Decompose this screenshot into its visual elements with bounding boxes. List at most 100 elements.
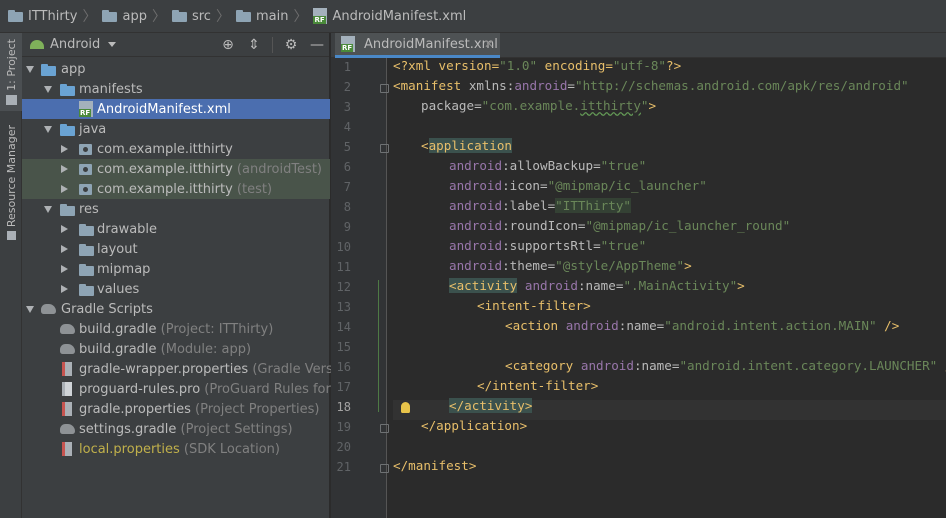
line-number: 1 <box>343 60 351 74</box>
code-line-6: android:allowBackup="true" <box>449 158 647 173</box>
tree-item-app[interactable]: app <box>22 59 330 79</box>
code-line-1: <?xml version="1.0" encoding="utf-8"?> <box>393 58 682 73</box>
tree-item-gradle-wrapper-properties[interactable]: gradle-wrapper.properties (Gradle Versio… <box>22 359 358 379</box>
view-selector[interactable]: Android <box>50 37 100 52</box>
breadcrumb-item-app[interactable]: app <box>102 0 147 33</box>
chevron-down-icon[interactable] <box>44 86 52 93</box>
chevron-right-icon: 〉 <box>293 9 308 25</box>
chevron-down-icon[interactable] <box>26 306 34 313</box>
tree-item-gradle-scripts[interactable]: Gradle Scripts <box>22 299 330 319</box>
tree-item-build-gradle-module[interactable]: build.gradle (Module: app) <box>22 339 330 359</box>
code-line-8: android:label="ITThirty" <box>449 198 631 213</box>
tree-item-package-test[interactable]: com.example.itthirty (test) <box>22 179 330 199</box>
chevron-right-icon[interactable] <box>61 245 68 253</box>
tree-item-label: build.gradle <box>79 341 157 357</box>
folder-icon <box>235 10 251 22</box>
tree-item-manifests[interactable]: manifests <box>22 79 330 99</box>
chevron-down-icon[interactable] <box>44 126 52 133</box>
breadcrumb-item-file[interactable]: AndroidManifest.xml <box>313 0 466 33</box>
collapse-all-icon[interactable]: ⇕ <box>246 37 262 53</box>
lightbulb-icon[interactable] <box>401 402 410 413</box>
chevron-right-icon[interactable] <box>61 225 68 233</box>
resource-manager-icon <box>6 231 16 241</box>
code-line-13: <intent-filter> <box>477 298 591 313</box>
tree-item-label: com.example.itthirty <box>97 141 233 157</box>
tree-item-build-gradle-project[interactable]: build.gradle (Project: ITThirty) <box>22 319 330 339</box>
tree-item-label: drawable <box>97 221 158 237</box>
tab-project[interactable]: 1: Project <box>0 33 22 111</box>
fold-marker-icon[interactable] <box>380 424 389 433</box>
minimize-icon[interactable]: — <box>309 37 325 53</box>
chevron-down-icon[interactable] <box>44 206 52 213</box>
tree-item-local-properties[interactable]: local.properties (SDK Location) <box>22 439 330 459</box>
gradle-icon <box>60 344 75 354</box>
tab-resource-manager-label: Resource Manager <box>4 125 18 228</box>
tree-item-layout[interactable]: layout <box>22 239 330 259</box>
manifest-file-icon <box>341 36 355 52</box>
tree-item-label: res <box>79 201 99 217</box>
code-line-16: <category android:name="android.intent.c… <box>505 358 946 373</box>
chevron-down-icon[interactable] <box>108 42 117 47</box>
tree-item-gradle-properties[interactable]: gradle.properties (Project Properties) <box>22 399 330 419</box>
editor: AndroidManifest.xml ✕ 1 2 3 4 5 6 7 8 9 … <box>331 33 946 518</box>
line-number: 11 <box>336 260 351 274</box>
line-number: 10 <box>336 240 351 254</box>
divider <box>272 37 273 53</box>
line-number-current: 18 <box>336 400 351 414</box>
locate-icon[interactable]: ⊕ <box>220 37 236 53</box>
line-number: 17 <box>336 380 351 394</box>
tree-item-drawable[interactable]: drawable <box>22 219 330 239</box>
fold-marker-icon[interactable] <box>380 464 389 473</box>
tree-item-package-android-test[interactable]: com.example.itthirty (androidTest) <box>22 159 330 179</box>
chevron-right-icon[interactable] <box>61 165 68 173</box>
chevron-right-icon: 〉 <box>151 9 166 25</box>
fold-marker-icon[interactable] <box>380 84 389 93</box>
breadcrumb-item-main[interactable]: main <box>235 0 288 33</box>
chevron-right-icon[interactable] <box>61 145 68 153</box>
properties-icon <box>62 442 72 456</box>
code-area[interactable]: <?xml version="1.0" encoding="utf-8"?> <… <box>393 58 946 518</box>
tree-item-label: layout <box>97 241 138 257</box>
tree-item-hint: (SDK Location) <box>183 441 280 457</box>
code-line-19: </application> <box>421 418 528 433</box>
tree-item-settings-gradle[interactable]: settings.gradle (Project Settings) <box>22 419 330 439</box>
chevron-right-icon[interactable] <box>61 285 68 293</box>
fold-marker-icon[interactable] <box>380 144 389 153</box>
tree-item-label: AndroidManifest.xml <box>97 101 231 117</box>
code-line-5: <application <box>421 138 512 153</box>
tree-item-mipmap[interactable]: mipmap <box>22 259 330 279</box>
tree-item-package[interactable]: com.example.itthirty <box>22 139 330 159</box>
tree-item-label: java <box>79 121 107 137</box>
tree-item-proguard-rules[interactable]: proguard-rules.pro (ProGuard Rules for a… <box>22 379 365 399</box>
editor-tab-label: AndroidManifest.xml <box>364 36 498 52</box>
line-number-gutter[interactable]: 1 2 3 4 5 6 7 8 9 10 11 12 13 14 15 16 1… <box>331 58 389 518</box>
folder-icon <box>8 10 23 22</box>
gear-icon[interactable]: ⚙ <box>283 37 299 53</box>
code-line-12: <activity android:name=".MainActivity"> <box>449 278 745 293</box>
tree-item-android-manifest[interactable]: AndroidManifest.xml <box>22 99 330 119</box>
line-number: 14 <box>336 320 351 334</box>
chevron-right-icon[interactable] <box>61 185 68 193</box>
code-line-2: <manifest xmlns:android="http://schemas.… <box>393 78 909 93</box>
project-panel: Android ⊕ ⇕ ⚙ — app manifests AndroidMan… <box>22 33 365 518</box>
package-icon <box>79 184 92 195</box>
close-icon[interactable]: ✕ <box>484 37 494 51</box>
chevron-right-icon[interactable] <box>61 265 68 273</box>
breadcrumb-item-src[interactable]: src <box>171 0 211 33</box>
breadcrumb-item-project[interactable]: ITThirty <box>8 0 77 33</box>
tab-resource-manager[interactable]: Resource Manager <box>0 125 22 255</box>
editor-tab-android-manifest[interactable]: AndroidManifest.xml ✕ <box>335 33 500 58</box>
tree-item-java[interactable]: java <box>22 119 330 139</box>
tree-item-label: Gradle Scripts <box>61 301 153 317</box>
editor-tab-bar: AndroidManifest.xml ✕ <box>331 33 946 58</box>
tree-item-label: proguard-rules.pro <box>79 381 201 397</box>
tree-item-res[interactable]: res <box>22 199 330 219</box>
folder-icon <box>79 284 94 296</box>
breadcrumb-label: app <box>122 8 147 24</box>
line-number: 13 <box>336 300 351 314</box>
chevron-right-icon: 〉 <box>82 9 97 25</box>
tree-item-values[interactable]: values <box>22 279 330 299</box>
tree-item-hint: (Module: app) <box>160 341 252 357</box>
tree-item-label: app <box>61 61 86 77</box>
chevron-down-icon[interactable] <box>26 66 34 73</box>
